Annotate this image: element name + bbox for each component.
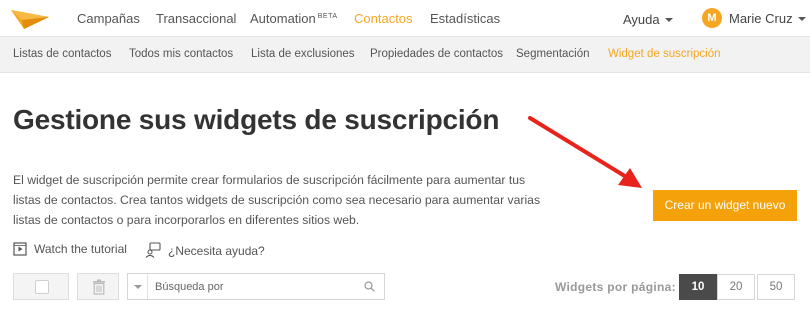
per-page-option-50[interactable]: 50 [757, 274, 795, 300]
subnav-widget-de-suscripcion[interactable]: Widget de suscripción [608, 48, 721, 60]
watch-tutorial-link[interactable]: Watch the tutorial [13, 242, 127, 256]
subnav-todos-mis-contactos[interactable]: Todos mis contactos [129, 48, 233, 60]
per-page-option-10[interactable]: 10 [679, 274, 717, 300]
top-navigation: Campañas Transaccional Automation BETA Co… [0, 0, 810, 36]
help-menu-label: Ayuda [623, 12, 660, 27]
user-menu[interactable]: Marie Cruz [729, 11, 806, 26]
select-all-checkbox[interactable] [35, 280, 49, 294]
beta-badge: BETA [317, 13, 338, 20]
trash-icon [93, 279, 105, 295]
create-widget-button[interactable]: Crear un widget nuevo [653, 190, 797, 221]
paper-plane-logo-icon[interactable] [10, 7, 50, 31]
per-page-option-20[interactable]: 20 [717, 274, 755, 300]
subnav-propiedades-de-contactos[interactable]: Propiedades de contactos [370, 48, 503, 60]
need-help-label: ¿Necesita ayuda? [168, 244, 265, 258]
delete-button[interactable] [77, 273, 119, 300]
nav-campanas[interactable]: Campañas [77, 11, 140, 26]
search-filter-dropdown[interactable] [128, 274, 148, 299]
nav-transaccional[interactable]: Transaccional [156, 11, 236, 26]
support-chat-icon [145, 242, 161, 258]
user-name: Marie Cruz [729, 11, 793, 26]
chevron-down-icon [797, 17, 806, 21]
nav-automation-label: Automation [250, 11, 316, 26]
nav-contactos[interactable]: Contactos [354, 11, 413, 26]
watch-tutorial-label: Watch the tutorial [34, 242, 127, 256]
page-title: Gestione sus widgets de suscripción [13, 104, 500, 135]
search-input[interactable]: Búsqueda por [155, 281, 224, 293]
page-description: El widget de suscripción permite crear f… [13, 173, 541, 227]
per-page-label: Widgets por página: [555, 280, 676, 294]
subnav-lista-de-exclusiones[interactable]: Lista de exclusiones [251, 48, 355, 60]
video-tutorial-icon [13, 242, 27, 256]
sub-navigation: Listas de contactos Todos mis contactos … [0, 36, 810, 73]
subnav-segmentacion[interactable]: Segmentación [516, 48, 590, 60]
select-all-toggle[interactable] [13, 273, 69, 300]
avatar[interactable]: M [702, 8, 722, 28]
chevron-down-icon [664, 18, 673, 22]
nav-automation[interactable]: Automation BETA [250, 11, 338, 26]
search-bar: Búsqueda por [127, 273, 385, 300]
red-arrow-annotation [528, 116, 642, 188]
nav-estadisticas[interactable]: Estadísticas [430, 11, 500, 26]
help-menu[interactable]: Ayuda [623, 12, 673, 27]
need-help-link[interactable]: ¿Necesita ayuda? [145, 242, 265, 258]
subnav-listas-de-contactos[interactable]: Listas de contactos [13, 48, 111, 60]
chevron-down-icon [134, 285, 142, 289]
search-icon[interactable] [364, 281, 375, 292]
